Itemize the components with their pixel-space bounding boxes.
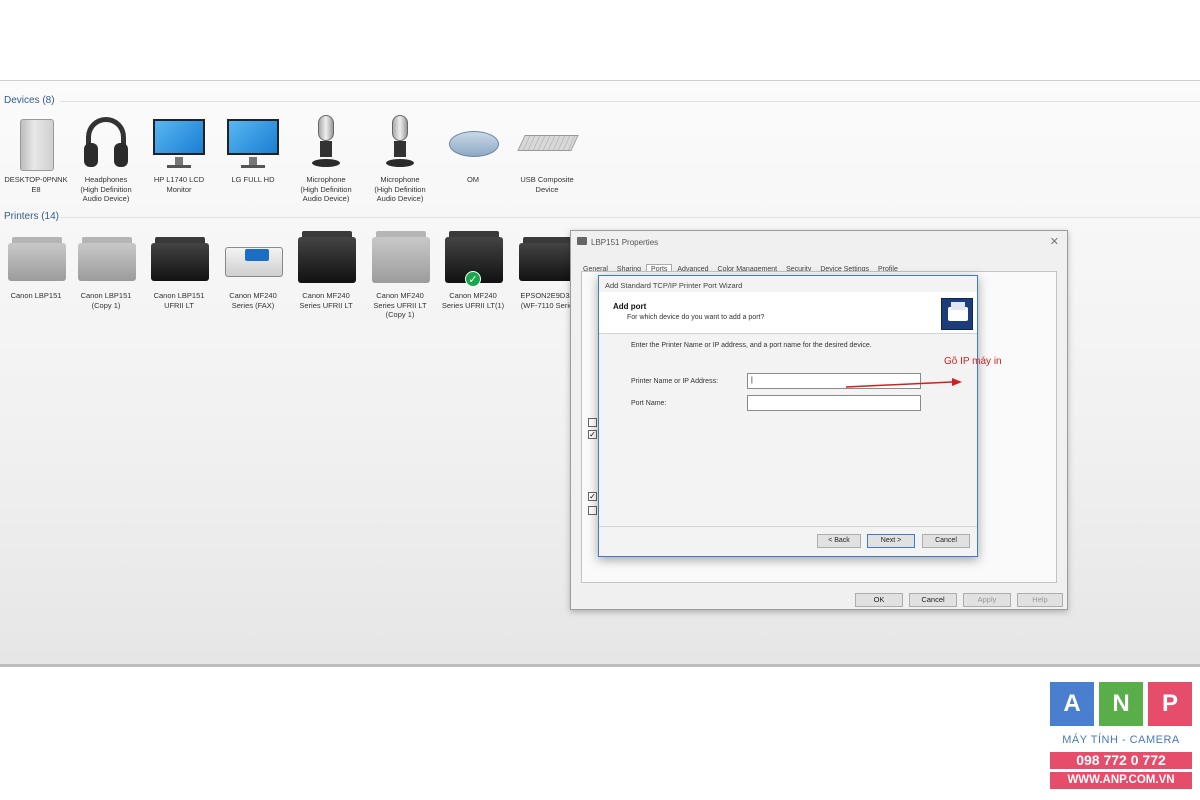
devices-section-title: Devices (8) [4,95,55,106]
annotation-text: Gõ IP máy in [944,356,1002,367]
printer-canon-mf240-ufrii-1[interactable]: ✓ Canon MF240 Series UFRII LT(1) [437,229,509,310]
device-label: Microphone (High Definition Audio Device… [374,175,426,203]
printer-canon-mf240-fax[interactable]: Canon MF240 Series (FAX) [217,229,289,310]
ip-address-label: Printer Name or IP Address: [631,378,719,385]
device-label: LG FULL HD [231,175,275,184]
printers-section-title: Printers (14) [4,211,60,222]
properties-tabs: General Sharing Ports Advanced Color Managem… [579,258,1059,274]
bidirectional-checkbox[interactable]: ✓ [588,492,597,501]
back-button[interactable]: < Back [817,534,861,548]
annotation-arrow-icon [845,378,962,388]
cancel-button[interactable]: Cancel [909,593,957,607]
device-label: USB Composite Device [520,175,574,194]
wizard-title: Add Standard TCP/IP Printer Port Wizard [605,281,743,290]
desktop-icon [6,113,66,173]
logo-phone: 098 772 0 772 [1050,752,1192,769]
port-checkbox[interactable] [588,418,597,427]
printer-label: Canon MF240 Series UFRII LT (Copy 1) [373,291,427,319]
close-icon[interactable]: ✕ [1050,235,1059,248]
pooling-checkbox[interactable] [588,506,597,515]
printer-canon-lbp151-ufrii[interactable]: Canon LBP151 UFRII LT [143,229,215,310]
printer-icon [6,229,66,289]
devices-divider [60,101,1200,102]
logo-letter-p: P [1148,682,1192,726]
printer-canon-mf240-ufrii[interactable]: Canon MF240 Series UFRII LT [290,229,362,310]
device-label: HP L1740 LCD Monitor [153,175,205,194]
printer-icon [149,229,209,289]
default-printer-check-icon: ✓ [465,271,481,287]
printer-label: Canon MF240 Series (FAX) [229,291,277,310]
port-name-input[interactable] [747,395,921,411]
monitor-icon [149,113,209,173]
device-hp-monitor[interactable]: HP L1740 LCD Monitor [143,113,215,194]
tcpip-port-wizard: Add Standard TCP/IP Printer Port Wizard … [598,275,978,557]
printer-label: Canon LBP151 (Copy 1) [80,291,132,310]
printer-canon-lbp151[interactable]: Canon LBP151 [0,229,72,301]
headphones-icon [76,113,136,173]
device-mouse[interactable]: OM [437,113,509,185]
port-checkbox[interactable]: ✓ [588,430,597,439]
multifunction-printer-icon [296,229,356,289]
wizard-description: Enter the Printer Name or IP address, an… [631,342,872,349]
keyboard-icon [517,113,579,173]
next-button[interactable]: Next > [867,534,915,548]
help-button[interactable]: Help [1017,593,1063,607]
device-label: Microphone (High Definition Audio Device… [300,175,352,203]
port-name-label: Port Name: [631,400,667,407]
printer-small-icon [577,237,587,245]
dialog-title: LBP151 Properties [591,238,659,247]
apply-button[interactable]: Apply [963,593,1011,607]
fax-printer-icon [223,229,283,289]
anp-logo: A N P MÁY TÍNH - CAMERA 098 772 0 772 WW… [1050,682,1192,794]
device-label: Headphones (High Definition Audio Device… [80,175,132,203]
device-lg-monitor[interactable]: LG FULL HD [217,113,289,185]
device-headphones[interactable]: Headphones (High Definition Audio Device… [70,113,142,204]
printer-canon-mf240-ufrii-copy1[interactable]: Canon MF240 Series UFRII LT (Copy 1) [364,229,436,320]
wizard-header: Add port For which device do you want to… [599,292,977,334]
wizard-subheading: For which device do you want to add a po… [627,314,765,321]
cancel-button[interactable]: Cancel [922,534,970,548]
monitor-icon [223,113,283,173]
printer-label: Canon LBP151 [10,291,62,300]
ok-button[interactable]: OK [855,593,903,607]
logo-letter-n: N [1099,682,1143,726]
device-microphone-1[interactable]: Microphone (High Definition Audio Device… [290,113,362,204]
microphone-icon [370,113,430,173]
printer-label: Canon MF240 Series UFRII LT(1) [441,291,505,310]
device-label: DESKTOP-0PNNK E8 [4,175,68,194]
wizard-divider [599,526,977,527]
device-microphone-2[interactable]: Microphone (High Definition Audio Device… [364,113,436,204]
multifunction-printer-icon [370,229,430,289]
logo-subtitle: MÁY TÍNH - CAMERA [1062,734,1180,746]
printers-divider [60,217,1200,218]
printer-network-icon [941,298,973,330]
device-label: OM [466,175,480,184]
logo-letter-a: A [1050,682,1094,726]
printer-label: Canon MF240 Series UFRII LT [299,291,353,310]
wizard-heading: Add port [613,302,647,311]
printer-label: Canon LBP151 UFRII LT [153,291,205,310]
logo-website: WWW.ANP.COM.VN [1050,772,1192,789]
multifunction-printer-icon: ✓ [443,229,503,289]
mouse-icon [443,113,503,173]
device-usb-composite[interactable]: USB Composite Device [511,113,583,194]
printer-canon-lbp151-copy1[interactable]: Canon LBP151 (Copy 1) [70,229,142,310]
device-desktop[interactable]: DESKTOP-0PNNK E8 [0,113,72,194]
microphone-icon [296,113,356,173]
printer-icon [76,229,136,289]
printer-icon [517,229,577,289]
